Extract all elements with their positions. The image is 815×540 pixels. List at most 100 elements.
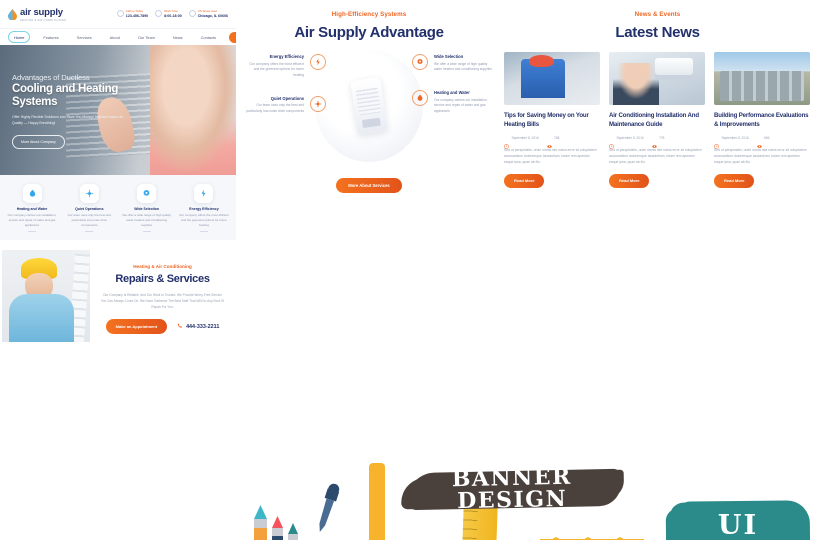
news-card[interactable]: Tips for Saving Money on Your Heating Bi…: [504, 52, 600, 188]
news-excerpt: Sed ut perspiciatis, unde omnis iste nat…: [504, 147, 597, 165]
header-info-item[interactable]: Call us Today 123-456-7890: [116, 9, 149, 18]
gear-icon: [412, 54, 428, 70]
badge-banner-design[interactable]: BANNER DESIGN: [398, 461, 626, 517]
nav-item-features[interactable]: Features: [38, 32, 63, 42]
site-header: air supply HEATING & AIR CONDITIONING Ca…: [0, 0, 236, 28]
page-root: air supply HEATING & AIR CONDITIONING Ca…: [0, 0, 815, 540]
advantage-item-title: Heating and Water: [434, 90, 470, 96]
badge-ui-design[interactable]: UI DESIGN: [662, 497, 814, 540]
eye-icon: [651, 136, 657, 148]
news-thumbnail: [609, 52, 705, 105]
gear-icon: [137, 184, 157, 203]
news-date-text: September 8, 2016: [511, 136, 539, 141]
energy-icon: [194, 184, 214, 203]
badge-label-line1: UI: [717, 510, 759, 540]
pen-nib-tool-icon: [355, 463, 399, 540]
news-card-title: Tips for Saving Money on Your Heating Bi…: [504, 112, 589, 128]
nav-item-our-team[interactable]: Our Team: [133, 32, 160, 42]
advantage-left-column: Energy Efficiency Our company offers the…: [244, 54, 326, 132]
brand-tagline: HEATING & AIR CONDITIONING: [20, 18, 67, 22]
feature-title: Energy Efficiency: [189, 207, 219, 211]
ac-unit-graphic: [350, 77, 388, 135]
feature-title: Wide Selection: [134, 207, 160, 211]
advantage-body: Energy Efficiency Our company offers the…: [240, 50, 498, 174]
fan-icon: [310, 95, 326, 112]
nav-item-news[interactable]: News: [168, 32, 188, 42]
news-card-title: Air Conditioning Installation And Mainte…: [609, 112, 699, 128]
advantage-kicker: High-Efficiency Systems: [331, 11, 407, 18]
clock-icon: [155, 10, 163, 18]
nav-item-home[interactable]: Home: [8, 31, 31, 43]
paint-brushes-group: [246, 483, 364, 540]
water-heater-icon: [412, 90, 428, 107]
hero-banner: Advantages of Ductless Cooling and Heati…: [0, 45, 236, 175]
header-info-item[interactable]: Work Time 8:00-18:00: [155, 9, 182, 18]
map-pin-icon: [188, 10, 196, 18]
news-thumbnail: [504, 52, 600, 105]
calendar-icon: [714, 136, 719, 149]
hero-superhead: Advantages of Ductless: [12, 73, 90, 82]
news-date-text: September 8, 2016: [616, 136, 644, 141]
news-card[interactable]: Building Performance Evaluations & Impro…: [714, 52, 810, 188]
read-more-button[interactable]: Read More: [504, 173, 545, 188]
news-card-grid: Tips for Saving Money on Your Heating Bi…: [500, 52, 815, 188]
news-views-count: 778: [659, 136, 665, 141]
news-header: News & Events Latest News: [500, 11, 815, 41]
header-info-value: 8:00-18:00: [164, 13, 182, 18]
header-info-value: Chicago, IL 60606: [197, 13, 228, 18]
advantage-item-desc: Our team uses only the best and particul…: [246, 103, 304, 114]
news-views: 768: [546, 136, 559, 148]
advantage-item-title: Energy Efficiency: [269, 54, 304, 59]
news-excerpt: Sed ut perspiciatis, unde omnis iste nat…: [714, 147, 807, 165]
eye-icon: [546, 136, 552, 148]
air-conditioner-unit-image: [315, 50, 423, 162]
news-date-text: September 8, 2016: [721, 136, 749, 141]
latest-news-section: News & Events Latest News Tips for Savin…: [500, 0, 815, 222]
advantage-item-title: Quiet Operations: [270, 95, 304, 101]
advantage-item-desc: We offer a wide range of high quality wa…: [434, 61, 492, 72]
advantage-item[interactable]: Heating and Water Our company carries ou…: [412, 90, 494, 115]
hero-paragraph: Offer Highly Flexible Solutions and Save…: [12, 115, 124, 126]
advantage-section: High-Efficiency Systems Air Supply Advan…: [240, 0, 498, 222]
news-card-meta: September 8, 2016 666: [714, 136, 810, 149]
hero-title: Cooling and Heating Systems: [12, 83, 119, 109]
energy-icon: [310, 54, 326, 70]
nav-item-services[interactable]: Services: [72, 32, 97, 42]
badge-label-group: UI DESIGN: [662, 497, 814, 540]
news-views-count: 666: [764, 136, 770, 141]
advantage-item[interactable]: Wide Selection We offer a wide range of …: [412, 54, 494, 73]
fan-icon: [79, 184, 99, 203]
header-info-item[interactable]: US Texas road Chicago, IL 60606: [188, 9, 228, 18]
website-mockup-hvac: air supply HEATING & AIR CONDITIONING Ca…: [0, 0, 236, 240]
read-more-button[interactable]: Read More: [714, 173, 755, 188]
advantage-item[interactable]: Energy Efficiency Our company offers the…: [244, 54, 326, 79]
brand-logo[interactable]: air supply HEATING & AIR CONDITIONING: [8, 7, 66, 22]
feature-title: Quiet Operations: [75, 207, 104, 211]
hero-copy: Advantages of Ductless Cooling and Heati…: [12, 73, 152, 150]
make-appointment-button[interactable]: Make an Appointment: [228, 31, 236, 43]
more-about-services-button[interactable]: More About Services: [336, 178, 402, 193]
read-more-button[interactable]: Read More: [609, 173, 650, 188]
news-excerpt: Sed ut perspiciatis, unde omnis iste nat…: [609, 147, 702, 165]
news-card[interactable]: Air Conditioning Installation And Mainte…: [609, 52, 705, 188]
nav-item-contacts[interactable]: Contacts: [196, 32, 221, 42]
calendar-icon: [609, 136, 614, 149]
news-views: 666: [756, 136, 770, 148]
news-title: Latest News: [615, 24, 700, 41]
hero-woman-photo: [150, 45, 236, 175]
news-views: 778: [651, 136, 665, 148]
news-date: September 8, 2016: [609, 136, 644, 149]
ac-vent: [355, 87, 382, 116]
news-thumbnail: [714, 52, 810, 105]
news-card-title: Building Performance Evaluations & Impro…: [714, 112, 809, 128]
brand-name: air supply: [20, 6, 63, 18]
eye-icon: [756, 136, 762, 148]
site-navbar: Home Features Services About Our Team Ne…: [0, 28, 236, 45]
nav-item-about[interactable]: About: [105, 32, 125, 42]
header-info-value: 123-456-7890: [125, 13, 149, 18]
advantage-item-title: Wide Selection: [434, 54, 464, 59]
news-kicker: News & Events: [634, 11, 681, 18]
news-date: September 8, 2016: [504, 136, 539, 149]
advantage-item[interactable]: Quiet Operations Our team uses only the …: [244, 95, 326, 115]
hero-cta-button[interactable]: More About Company: [12, 135, 65, 150]
